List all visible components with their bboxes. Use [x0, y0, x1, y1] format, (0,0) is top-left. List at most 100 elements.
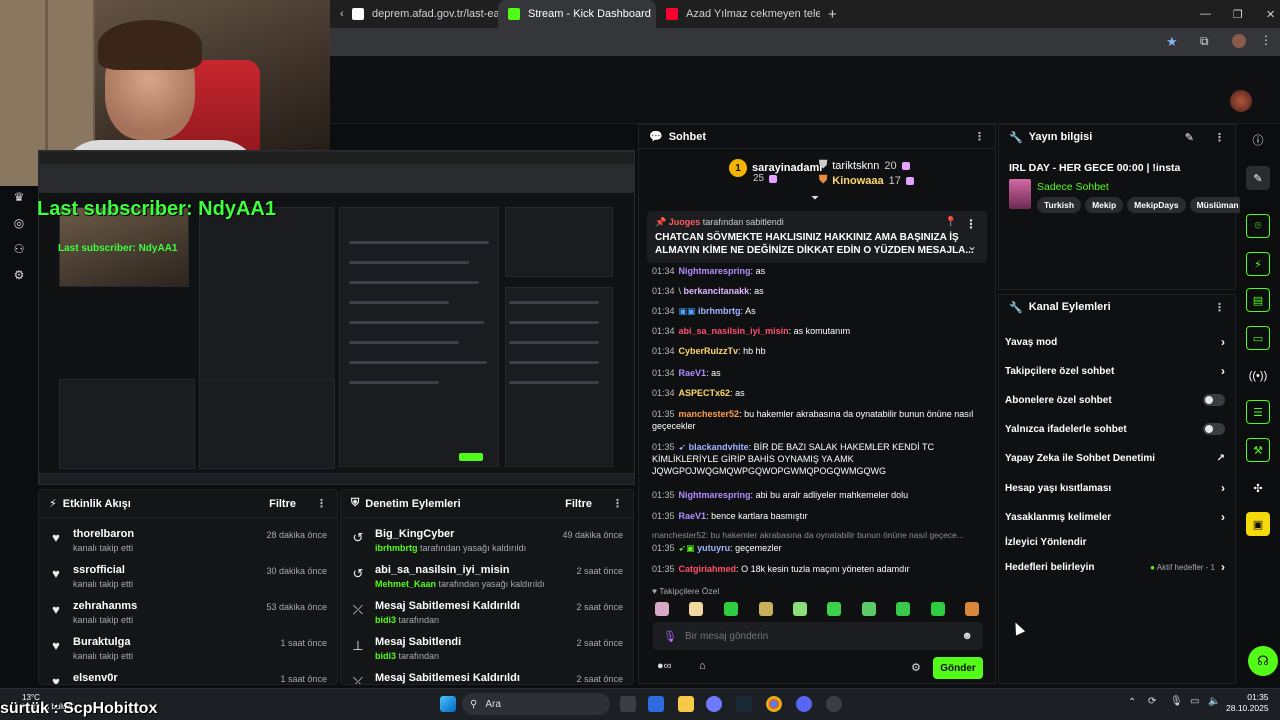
- microphone-icon[interactable]: 🎙: [1170, 696, 1183, 707]
- chat-username[interactable]: ASPECTx62: [679, 388, 731, 398]
- edit-icon[interactable]: ✎: [1185, 131, 1194, 144]
- address-bar[interactable]: ★ ⧉ ⋮: [330, 28, 1280, 56]
- category-thumbnail[interactable]: [1009, 179, 1031, 209]
- tag[interactable]: Mekip: [1085, 197, 1124, 213]
- moderation-target[interactable]: Big_KingCyber: [375, 528, 552, 540]
- action-goals[interactable]: Hedefleri belirleyin ● Aktif hedefler - 1…: [1005, 558, 1225, 576]
- top-gifter-2[interactable]: ⛊ tariktsknn 20: [819, 159, 910, 172]
- sliders-icon[interactable]: ☰: [1246, 400, 1270, 424]
- more-icon[interactable]: ⋮: [316, 497, 327, 510]
- users-icon[interactable]: ⚇: [12, 242, 26, 256]
- chrome-icon[interactable]: [766, 696, 782, 712]
- chat-username[interactable]: RaeV1: [679, 368, 707, 378]
- follower-name[interactable]: elsenv0r: [73, 672, 270, 684]
- trophy-icon[interactable]: ♛: [12, 190, 26, 204]
- tab-kick-dashboard[interactable]: Stream - Kick Dashboard ✕: [498, 0, 656, 28]
- moderation-target[interactable]: abi_sa_nasilsin_iyi_misin: [375, 564, 566, 576]
- emote-icon[interactable]: [862, 602, 876, 616]
- follower-name[interactable]: thorelbaron: [73, 528, 256, 540]
- more-icon[interactable]: ⋮: [1214, 301, 1225, 314]
- more-icon[interactable]: ⋮: [974, 130, 985, 143]
- chat-username[interactable]: Nightmarespring: [679, 266, 751, 276]
- bookmark-star-icon[interactable]: ★: [1166, 34, 1178, 50]
- moderator-name[interactable]: Mehmet_Kaan: [375, 579, 436, 589]
- edit-icon[interactable]: ✎: [1246, 166, 1270, 190]
- unpin-icon[interactable]: 📍: [945, 217, 957, 228]
- tag[interactable]: Müslüman: [1189, 197, 1246, 213]
- send-button[interactable]: Gönder: [933, 657, 983, 679]
- emote-icon[interactable]: [689, 602, 703, 616]
- emote-icon[interactable]: [724, 602, 738, 616]
- volume-icon[interactable]: 🔈: [1208, 696, 1220, 707]
- emote-icon[interactable]: [793, 602, 807, 616]
- minimize-icon[interactable]: —: [1190, 0, 1214, 28]
- chat-username[interactable]: berkancitanakk: [684, 286, 750, 296]
- moderator-name[interactable]: ibrhmbrtg: [375, 543, 418, 553]
- emote-icon[interactable]: [759, 602, 773, 616]
- support-icon[interactable]: ☊: [1248, 646, 1278, 676]
- tray-chevron-icon[interactable]: ⌃: [1128, 697, 1136, 708]
- chat-input-box[interactable]: 🎙 ☻: [653, 622, 983, 650]
- taskbar-search[interactable]: ⚲ Ara: [462, 693, 610, 715]
- follower-name[interactable]: zehrahanms: [73, 600, 256, 612]
- more-icon[interactable]: ⋮: [965, 217, 977, 231]
- gift-box-icon[interactable]: ▣: [1246, 512, 1270, 536]
- profile-avatar[interactable]: [1232, 34, 1246, 48]
- windows-start-icon[interactable]: [440, 696, 456, 712]
- action-banned-words[interactable]: Yasaklanmış kelimeler ›: [1005, 508, 1225, 526]
- chat-username[interactable]: blackandvhite: [689, 442, 749, 452]
- gear-icon[interactable]: ⚙: [12, 268, 26, 282]
- chat-username[interactable]: manchester52: [679, 409, 740, 419]
- emoji-icon[interactable]: ☻: [961, 630, 973, 642]
- follower-name[interactable]: Buraktulga: [73, 636, 270, 648]
- tab-youtube[interactable]: Azad Yılmaz cekmeyen telefon ✕: [656, 0, 820, 28]
- chat-username[interactable]: Catgiriahmed: [679, 564, 737, 574]
- more-icon[interactable]: ⋮: [1214, 131, 1225, 144]
- window-close-icon[interactable]: ✕: [1256, 0, 1280, 28]
- follower-name[interactable]: ssrofficial: [73, 564, 256, 576]
- toggle-switch[interactable]: [1203, 423, 1225, 435]
- chevron-down-icon[interactable]: ⏷: [811, 193, 819, 204]
- tag[interactable]: Turkish: [1037, 197, 1082, 213]
- chat-input[interactable]: [684, 630, 954, 642]
- sync-icon[interactable]: ⟳: [1148, 696, 1156, 707]
- gear-icon[interactable]: ⚙: [911, 661, 921, 674]
- action-emotes-only[interactable]: Yalnızca ifadelerle sohbet: [1005, 420, 1225, 438]
- chat-username[interactable]: Nightmarespring: [679, 490, 751, 500]
- tab-afad[interactable]: deprem.afad.gov.tr/last-earthq ✕: [342, 0, 502, 28]
- extensions-icon[interactable]: ⧉: [1200, 34, 1209, 49]
- more-icon[interactable]: ⋮: [612, 497, 623, 510]
- discord-icon[interactable]: [796, 696, 812, 712]
- action-slow-mode[interactable]: Yavaş mod ›: [1005, 333, 1225, 351]
- monitor-icon[interactable]: ▭: [1190, 696, 1199, 707]
- action-account-age[interactable]: Hesap yaşı kısıtlaması ›: [1005, 479, 1225, 497]
- chat-username[interactable]: abi_sa_nasilsin_iyi_misin: [679, 326, 789, 336]
- steam-icon[interactable]: [736, 696, 752, 712]
- category-name[interactable]: Sadece Sohbet: [1037, 181, 1109, 193]
- infinity-icon[interactable]: ●∞: [657, 660, 672, 672]
- emote-icon[interactable]: [965, 602, 979, 616]
- chat-icon[interactable]: ▭: [1246, 326, 1270, 350]
- microphone-icon[interactable]: 🎙: [663, 630, 677, 643]
- emote-icon[interactable]: [896, 602, 910, 616]
- toggle-switch[interactable]: [1203, 394, 1225, 406]
- browser-menu-icon[interactable]: ⋮: [1260, 33, 1272, 47]
- avatar[interactable]: [1230, 90, 1252, 112]
- action-ai-moderation[interactable]: Yapay Zeka ile Sohbet Denetimi ↗: [1005, 449, 1225, 467]
- reply-context[interactable]: manchester52: bu hakemler akrabasına da …: [652, 530, 982, 540]
- broadcast-icon[interactable]: ((•)): [1246, 364, 1270, 388]
- taskbar-clock[interactable]: 01:35 28.10.2025: [1226, 692, 1269, 714]
- new-tab-button[interactable]: +: [818, 0, 842, 28]
- pinned-by-user[interactable]: Juoges: [669, 217, 701, 227]
- store-icon[interactable]: ⌂: [699, 660, 706, 672]
- app-icon[interactable]: [706, 696, 722, 712]
- chat-username[interactable]: CyberRulzzTv: [679, 346, 739, 356]
- camera-icon[interactable]: ⌾: [1246, 214, 1270, 238]
- moderator-name[interactable]: bidi3: [375, 651, 396, 661]
- chat-username[interactable]: RaeV1: [679, 511, 707, 521]
- wrench-icon[interactable]: ⚒: [1246, 438, 1270, 462]
- tag[interactable]: MekipDays: [1127, 197, 1186, 213]
- filter-button[interactable]: Filtre: [269, 498, 296, 510]
- emote-icon[interactable]: [931, 602, 945, 616]
- target-icon[interactable]: ◎: [12, 216, 26, 230]
